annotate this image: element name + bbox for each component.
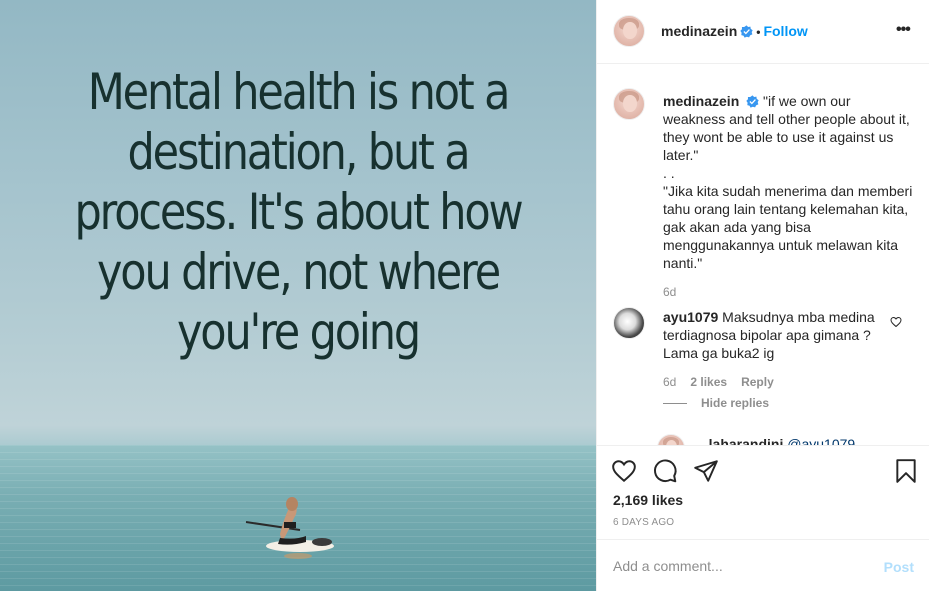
header-user-line: medinazein • Follow	[661, 23, 808, 39]
comment-like-heart-icon[interactable]	[890, 316, 902, 328]
reply-peek: ...laharandini @ayu1079	[697, 436, 855, 445]
heart-icon[interactable]	[611, 458, 637, 484]
caption-username[interactable]: medinazein	[663, 93, 739, 109]
quote-line: Mental health is not a	[87, 63, 511, 121]
caption-timestamp[interactable]: 6d	[663, 285, 676, 299]
avatar[interactable]	[613, 88, 645, 120]
header-username[interactable]: medinazein	[661, 23, 737, 39]
post-header: medinazein • Follow •••	[597, 0, 929, 64]
avatar[interactable]	[613, 15, 645, 47]
post-age[interactable]: 6 DAYS AGO	[613, 517, 674, 528]
comment-icon[interactable]	[652, 458, 678, 484]
post-quote: Mental health is not a destination, but …	[59, 62, 537, 362]
comment-likes[interactable]: 2 likes	[690, 375, 727, 389]
post-comment-button[interactable]: Post	[884, 559, 914, 575]
comment-timestamp[interactable]: 6d	[663, 375, 676, 389]
comment-input[interactable]	[613, 556, 863, 576]
follow-button[interactable]: Follow	[763, 23, 807, 39]
header-separator: •	[756, 25, 761, 39]
quote-line: you're going	[176, 303, 421, 361]
like-count[interactable]: 2,169 likes	[613, 492, 683, 508]
paddleboarder-figure	[245, 497, 334, 559]
verified-badge-icon	[740, 25, 753, 38]
hide-replies-label: Hide replies	[701, 396, 770, 410]
share-icon[interactable]	[693, 458, 719, 484]
comment: ayu1079 Maksudnya mba medina terdiagnosa…	[663, 308, 889, 362]
reply-username[interactable]: ...laharandini	[697, 436, 783, 445]
comment-meta: 6d 2 likes Reply	[663, 375, 788, 389]
avatar[interactable]	[613, 307, 645, 339]
quote-line: process. It's about how	[74, 183, 523, 241]
divider	[663, 403, 687, 405]
reply-button[interactable]: Reply	[741, 375, 774, 389]
quote-line: you drive, not where	[97, 243, 501, 301]
add-comment-bar: Post	[597, 539, 929, 591]
post-actions: 2,169 likes 6 DAYS AGO	[597, 445, 929, 539]
avatar[interactable]	[657, 434, 685, 445]
verified-badge-icon	[746, 95, 759, 108]
bookmark-icon[interactable]	[893, 458, 919, 484]
caption-text: "if we own our weakness and tell other p…	[663, 93, 913, 271]
more-options-icon[interactable]: •••	[896, 20, 914, 40]
reply-mention[interactable]: @ayu1079	[787, 436, 855, 445]
comments-list[interactable]: medinazein "if we own our weakness and t…	[597, 65, 929, 445]
post-image[interactable]: Mental health is not a destination, but …	[0, 0, 596, 591]
post-caption: medinazein "if we own our weakness and t…	[663, 92, 915, 272]
comment-username[interactable]: ayu1079	[663, 309, 718, 325]
hide-replies-button[interactable]: Hide replies	[663, 396, 769, 410]
quote-line: destination, but a	[127, 123, 470, 181]
post-sidebar: medinazein • Follow ••• medinazein "if we…	[596, 0, 929, 591]
